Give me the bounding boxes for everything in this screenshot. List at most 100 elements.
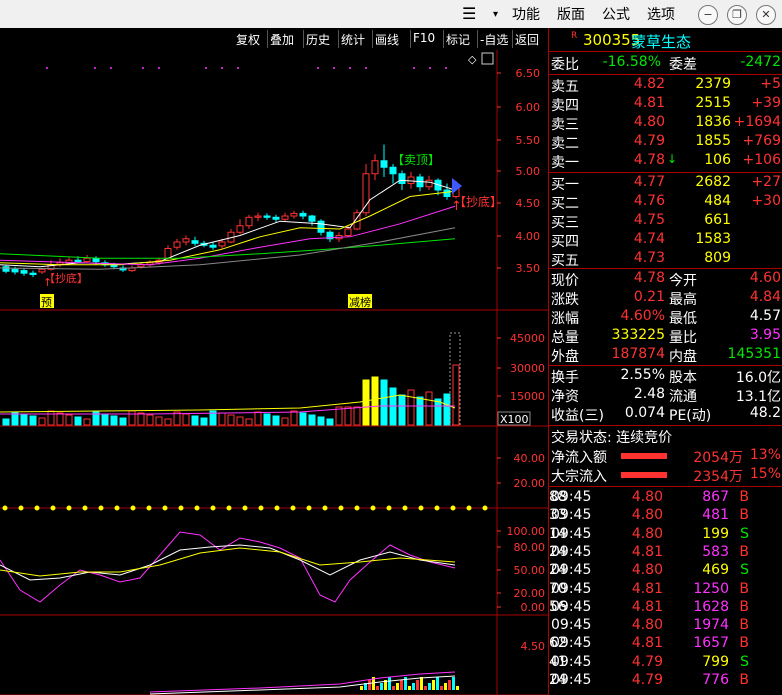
signal-dot <box>466 505 472 511</box>
bid-label: 买二 <box>551 196 579 212</box>
toolbar-separator <box>512 30 513 48</box>
signal-dot <box>50 505 56 511</box>
menu-formula[interactable]: 公式 <box>602 4 630 24</box>
toolbar-btn-4[interactable]: 画线 <box>375 31 399 48</box>
flow-amount: 2354万 <box>693 469 743 485</box>
price-axis-label: 6.00 <box>516 101 541 114</box>
stock-header: R 300355 蒙草生态 <box>549 28 782 52</box>
candle-body <box>317 220 325 233</box>
ind3-bar <box>452 677 455 690</box>
volume-bar <box>308 414 316 426</box>
tick-count: 24 <box>549 543 567 560</box>
ask-label: 卖三 <box>551 117 579 133</box>
tick-volume: 199 <box>702 525 729 542</box>
toolbar-btn-7[interactable]: -自选 <box>480 31 508 48</box>
tick-row: 09:45 4.80 867 B 88 <box>549 489 782 508</box>
close-icon[interactable]: ✕ <box>756 5 776 25</box>
weibi-label: 委比 <box>551 57 579 73</box>
tick-count: 33 <box>549 507 567 524</box>
ind1-axis-label: 20.00 <box>514 477 546 490</box>
menu-function[interactable]: 功能 <box>512 4 540 24</box>
ind3-bar <box>408 686 411 690</box>
restore-icon[interactable]: ❐ <box>727 5 747 25</box>
toolbar-btn-2[interactable]: 历史 <box>306 31 330 48</box>
volume-bar <box>20 413 28 426</box>
weicha-label: 委差 <box>669 57 697 73</box>
panel-separator <box>549 425 782 426</box>
candle-body <box>425 179 433 188</box>
bid-row: 买二 4.76 484 +30 <box>549 193 782 212</box>
extra-row: 收益(三) 0.074 PE(动) 48.2 <box>549 405 782 424</box>
vol-unit: X100 <box>500 413 529 426</box>
kline-chart[interactable]: 6.506.005.505.004.504.003.50◇【卖顶】【抄底】【抄底… <box>0 50 548 695</box>
volume-bar <box>65 414 73 426</box>
toolbar-separator <box>477 30 478 48</box>
tick-side: B <box>739 617 749 634</box>
kdj-d-line <box>0 547 456 577</box>
price-axis-label: 3.50 <box>516 262 541 275</box>
ind3-bar <box>416 680 419 690</box>
tick-price: 4.79 <box>631 653 663 670</box>
toolbar-btn-5[interactable]: F10 <box>413 31 435 45</box>
tick-price: 4.80 <box>631 525 663 542</box>
marker-dot <box>221 67 223 69</box>
weibi-value: -16.58% <box>602 54 661 70</box>
candle-body <box>191 240 199 244</box>
marker-dot <box>333 67 335 69</box>
volume-bar <box>101 413 109 426</box>
toolbar-btn-3[interactable]: 统计 <box>341 31 365 48</box>
volume-bar <box>110 415 118 426</box>
candle-body <box>344 228 352 236</box>
quote-label-2: 最高 <box>669 292 697 308</box>
ask-change: +5 <box>760 76 781 92</box>
ask-volume: 106 <box>704 152 731 168</box>
bid-volume: 1583 <box>695 231 731 247</box>
signal-dot <box>130 505 136 511</box>
tick-side: S <box>740 653 749 670</box>
extra-row: 净资 2.48 流通 13.1亿 <box>549 386 782 405</box>
toolbar-btn-1[interactable]: 叠加 <box>270 31 294 48</box>
volume-bar <box>74 416 82 426</box>
tick-side: B <box>739 543 749 560</box>
signal-dot <box>114 505 120 511</box>
ind3-bar <box>440 686 443 690</box>
volume-bar <box>227 414 235 426</box>
flow-bar <box>621 472 667 478</box>
quote-value-2: 3.95 <box>749 327 781 343</box>
toolbar-btn-6[interactable]: 标记 <box>446 31 470 48</box>
signal-dot <box>274 505 280 511</box>
marker-dot <box>110 67 112 69</box>
tick-price: 4.81 <box>631 580 663 597</box>
marker-dot <box>94 67 96 69</box>
volume-bar <box>2 418 10 426</box>
tick-row: 09:45 4.80 481 B 33 <box>549 507 782 526</box>
volume-bar <box>326 418 334 426</box>
menu-options[interactable]: 选项 <box>647 4 675 24</box>
tick-row: 09:45 4.80 1974 B <box>549 617 782 636</box>
flow-pct: 15% <box>749 466 781 482</box>
tick-side: B <box>739 635 749 652</box>
menu-layout[interactable]: 版面 <box>557 4 585 24</box>
tick-count: 62 <box>549 635 567 652</box>
volume-bar <box>200 417 208 426</box>
tick-price: 4.80 <box>631 562 663 579</box>
marker-dot <box>142 67 144 69</box>
ask-price: 4.79 <box>633 133 665 149</box>
price-axis-label: 5.00 <box>516 165 541 178</box>
tick-side: S <box>740 525 749 542</box>
quote-label: 涨跌 <box>551 292 579 308</box>
signal-dot <box>290 505 296 511</box>
toolbar-btn-0[interactable]: 复权 <box>236 31 260 48</box>
volume-bar <box>425 391 433 426</box>
chevron-down-icon[interactable]: ▾ <box>493 9 498 20</box>
candle-body <box>362 173 370 214</box>
bid-price: 4.77 <box>633 174 665 190</box>
down-arrow-icon: ↓ <box>667 152 678 166</box>
marker-dot <box>413 67 415 69</box>
minimize-icon[interactable]: − <box>698 5 718 25</box>
menu-list-icon[interactable]: ☰ <box>462 4 476 23</box>
tick-row: 09:45 4.79 799 S 41 <box>549 654 782 673</box>
candle-body <box>407 176 415 184</box>
kdj-axis-label: 50.00 <box>514 564 546 577</box>
toolbar-btn-8[interactable]: 返回 <box>515 31 539 48</box>
